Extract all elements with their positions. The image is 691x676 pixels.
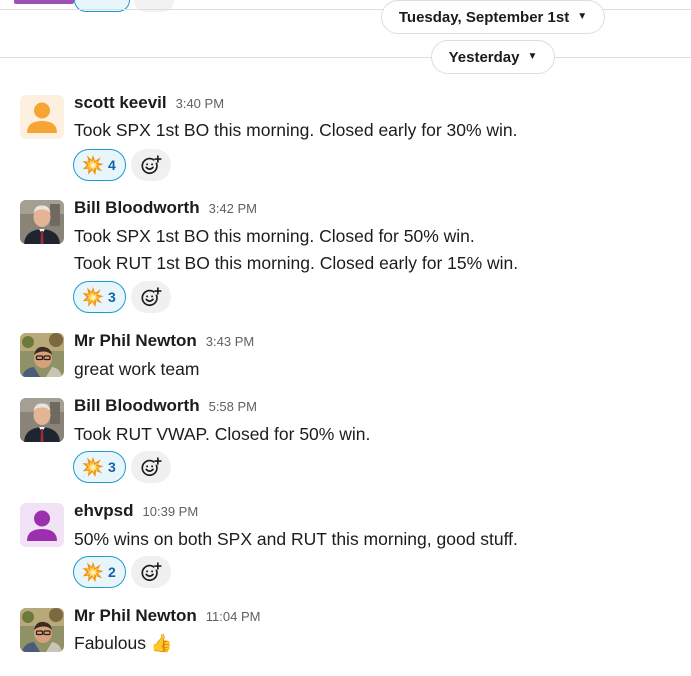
collision-emoji-icon	[82, 286, 104, 308]
add-emoji-icon	[140, 286, 162, 308]
message-timestamp[interactable]: 3:42 PM	[209, 201, 257, 216]
sender-name[interactable]: Bill Bloodworth	[74, 198, 200, 218]
message-text: Took RUT VWAP. Closed for 50% win.	[74, 424, 371, 444]
message-timestamp[interactable]: 3:43 PM	[206, 334, 254, 349]
date-divider-yesterday[interactable]: Yesterday ▼	[431, 40, 555, 74]
avatar-phil-newton[interactable]	[20, 333, 64, 377]
avatar-scott-keevil[interactable]	[20, 95, 64, 139]
message-text: Took SPX 1st BO this morning. Closed for…	[74, 226, 475, 246]
message-text: Fabulous 👍	[74, 633, 173, 653]
add-reaction-button[interactable]	[130, 281, 171, 313]
user-photo	[20, 398, 64, 442]
add-reaction-button[interactable]	[130, 149, 171, 181]
add-emoji-icon	[140, 456, 162, 478]
add-emoji-icon	[140, 154, 162, 176]
user-photo	[20, 608, 64, 652]
avatar-phil-newton[interactable]	[20, 608, 64, 652]
message-text: great work team	[74, 359, 200, 379]
default-user-icon	[20, 95, 64, 139]
add-emoji-icon	[140, 561, 162, 583]
date-divider-tuesday[interactable]: Tuesday, September 1st ▼	[381, 0, 605, 34]
date-divider-line	[0, 57, 691, 58]
default-user-icon	[20, 503, 64, 547]
date-divider-label: Yesterday	[448, 48, 520, 66]
sender-name[interactable]: Bill Bloodworth	[74, 396, 200, 416]
chevron-down-icon: ▼	[577, 10, 588, 22]
message-text: Took SPX 1st BO this morning. Closed ear…	[74, 120, 518, 140]
date-divider-label: Tuesday, September 1st	[398, 8, 570, 26]
message-text: Took RUT 1st BO this morning. Closed ear…	[74, 253, 519, 273]
scrolled-add-reaction-button[interactable]	[134, 0, 174, 12]
collision-emoji-icon	[82, 456, 104, 478]
reaction-collision[interactable]: 2	[73, 556, 126, 588]
reaction-count: 4	[108, 157, 116, 173]
reaction-bar: 4	[73, 149, 171, 181]
reaction-collision[interactable]: 3	[73, 281, 126, 313]
message-timestamp[interactable]: 5:58 PM	[209, 399, 257, 414]
reaction-bar: 3	[73, 451, 171, 483]
reaction-count: 3	[108, 289, 116, 305]
reaction-count: 2	[108, 564, 116, 580]
avatar-bill-bloodworth[interactable]	[20, 200, 64, 244]
reaction-count: 3	[108, 459, 116, 475]
chevron-down-icon: ▼	[527, 50, 538, 62]
avatar-ehvpsd[interactable]	[20, 503, 64, 547]
collision-emoji-icon	[82, 154, 104, 176]
user-photo	[20, 333, 64, 377]
message-timestamp[interactable]: 11:04 PM	[206, 609, 261, 624]
reaction-collision[interactable]: 4	[73, 149, 126, 181]
message-text: 50% wins on both SPX and RUT this mornin…	[74, 529, 518, 549]
reaction-bar: 3	[73, 281, 171, 313]
message-timestamp[interactable]: 3:40 PM	[176, 96, 224, 111]
collision-emoji-icon	[82, 561, 104, 583]
scrolled-highlight-bar	[14, 0, 74, 4]
add-reaction-button[interactable]	[130, 451, 171, 483]
scrolled-reaction-pill[interactable]	[74, 0, 130, 12]
user-photo	[20, 200, 64, 244]
sender-name[interactable]: scott keevil	[74, 93, 167, 113]
reaction-collision[interactable]: 3	[73, 451, 126, 483]
add-reaction-button[interactable]	[130, 556, 171, 588]
sender-name[interactable]: Mr Phil Newton	[74, 331, 197, 351]
message-timestamp[interactable]: 10:39 PM	[143, 504, 199, 519]
sender-name[interactable]: ehvpsd	[74, 501, 134, 521]
avatar-bill-bloodworth[interactable]	[20, 398, 64, 442]
reaction-bar: 2	[73, 556, 171, 588]
sender-name[interactable]: Mr Phil Newton	[74, 606, 197, 626]
